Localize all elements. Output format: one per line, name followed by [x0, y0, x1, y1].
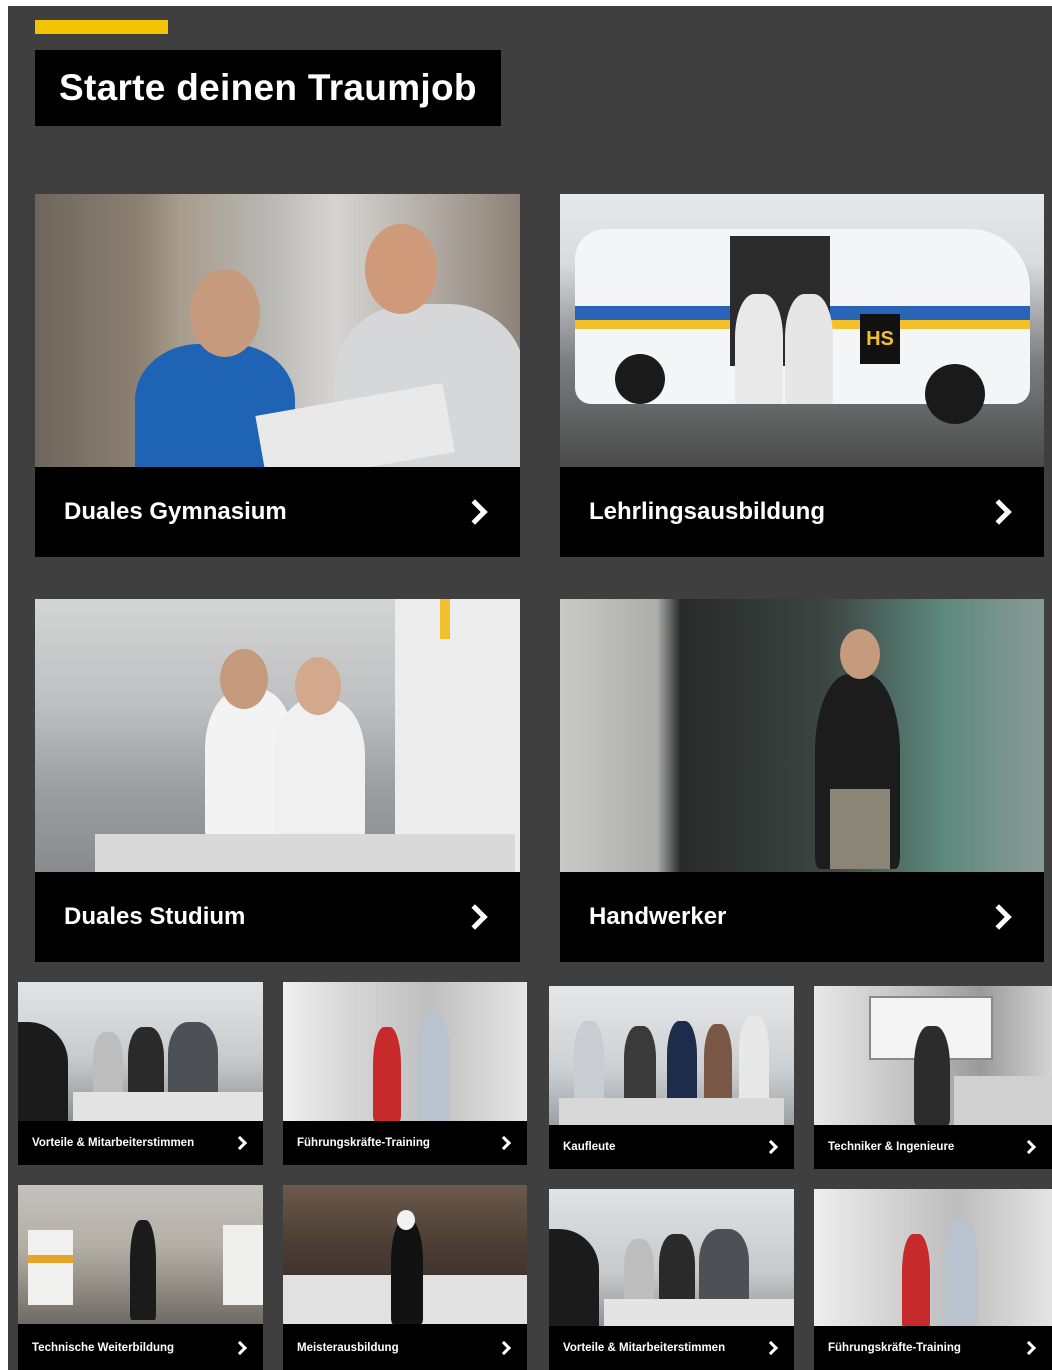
card-bar: Technische Weiterbildung: [18, 1326, 263, 1370]
chevron-right-icon: [986, 499, 1012, 525]
card-photo: [18, 982, 263, 1121]
card-fuehrungskraefte-training-2[interactable]: Führungskräfte-Training: [814, 1189, 1052, 1370]
chevron-right-icon: [763, 1139, 779, 1155]
card-label: Technische Weiterbildung: [32, 1342, 175, 1354]
card-label: Lehrlingsausbildung: [589, 498, 826, 525]
card-label: Duales Gymnasium: [64, 498, 287, 525]
card-bar: Meisterausbildung: [283, 1326, 527, 1370]
chevron-right-icon: [232, 1135, 248, 1151]
card-bar: Duales Studium: [35, 872, 520, 962]
card-bar: Techniker & Ingenieure: [814, 1125, 1052, 1169]
chevron-right-icon: [496, 1135, 512, 1151]
card-bar: Führungskräfte-Training: [814, 1326, 1052, 1370]
card-vorteile-mitarbeiterstimmen-2[interactable]: Vorteile & Mitarbeiterstimmen: [549, 1189, 794, 1370]
chevron-right-icon: [462, 499, 488, 525]
card-duales-studium[interactable]: Duales Studium: [35, 599, 520, 962]
card-bar: Vorteile & Mitarbeiterstimmen: [549, 1326, 794, 1370]
card-bar: Duales Gymnasium: [35, 467, 520, 557]
chevron-right-icon: [496, 1340, 512, 1356]
card-photo: [549, 986, 794, 1125]
chevron-right-icon: [232, 1340, 248, 1356]
card-photo: [814, 1189, 1052, 1328]
card-technische-weiterbildung[interactable]: Technische Weiterbildung: [18, 1185, 263, 1370]
card-kaufleute[interactable]: Kaufleute: [549, 986, 794, 1169]
card-photo: [814, 986, 1052, 1125]
card-photo: [283, 1185, 527, 1324]
card-photo: [35, 599, 520, 872]
card-label: Führungskräfte-Training: [297, 1137, 430, 1149]
card-photo: HS: [560, 194, 1044, 467]
card-label: Vorteile & Mitarbeiterstimmen: [32, 1137, 195, 1149]
card-fuehrungskraefte-training[interactable]: Führungskräfte-Training: [283, 982, 527, 1165]
chevron-right-icon: [1021, 1139, 1037, 1155]
card-label: Vorteile & Mitarbeiterstimmen: [563, 1342, 726, 1354]
card-bar: Kaufleute: [549, 1125, 794, 1169]
card-label: Kaufleute: [563, 1141, 616, 1153]
accent-bar: [35, 20, 168, 34]
card-label: Führungskräfte-Training: [828, 1342, 961, 1354]
card-label: Techniker & Ingenieure: [828, 1141, 955, 1153]
card-photo: [549, 1189, 794, 1328]
card-meisterausbildung[interactable]: Meisterausbildung: [283, 1185, 527, 1370]
chevron-right-icon: [462, 904, 488, 930]
chevron-right-icon: [763, 1340, 779, 1356]
chevron-right-icon: [1021, 1340, 1037, 1356]
card-bar: Handwerker: [560, 872, 1044, 962]
card-vorteile-mitarbeiterstimmen[interactable]: Vorteile & Mitarbeiterstimmen: [18, 982, 263, 1165]
card-bar: Führungskräfte-Training: [283, 1121, 527, 1165]
chevron-right-icon: [986, 904, 1012, 930]
card-label: Duales Studium: [64, 903, 246, 930]
card-photo: [283, 982, 527, 1121]
card-handwerker[interactable]: Handwerker: [560, 599, 1044, 962]
card-photo: [560, 599, 1044, 872]
page: Starte deinen Traumjob Duales Gymnasium …: [8, 6, 1052, 1370]
van-logo: HS: [860, 314, 900, 364]
card-lehrlingsausbildung[interactable]: HS Lehrlingsausbildung: [560, 194, 1044, 557]
card-label: Meisterausbildung: [297, 1342, 399, 1354]
card-photo: [35, 194, 520, 467]
card-duales-gymnasium[interactable]: Duales Gymnasium: [35, 194, 520, 557]
card-label: Handwerker: [589, 903, 727, 930]
card-photo: [18, 1185, 263, 1324]
card-bar: Vorteile & Mitarbeiterstimmen: [18, 1121, 263, 1165]
card-techniker-ingenieure[interactable]: Techniker & Ingenieure: [814, 986, 1052, 1169]
page-title: Starte deinen Traumjob: [35, 50, 501, 126]
card-bar: Lehrlingsausbildung: [560, 467, 1044, 557]
